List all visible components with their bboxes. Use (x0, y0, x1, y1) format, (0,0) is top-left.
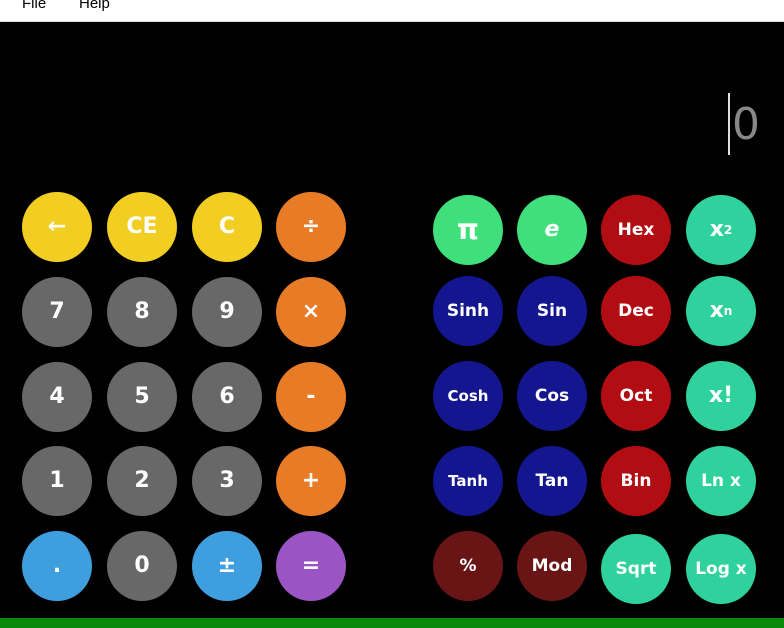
menu-bar: File Help (0, 0, 784, 22)
minus-button[interactable]: - (276, 362, 346, 432)
clear-entry-button[interactable]: CE (107, 192, 177, 262)
digit-9-button[interactable]: 9 (192, 277, 262, 347)
bin-button[interactable]: Bin (601, 446, 671, 516)
backspace-icon: ← (47, 214, 67, 239)
ln-button[interactable]: Ln x (686, 446, 756, 516)
sqrt-button[interactable]: Sqrt (601, 534, 671, 604)
status-bar (0, 618, 784, 628)
square-base-label: x (709, 217, 724, 242)
plus-button[interactable]: + (276, 446, 346, 516)
oct-button[interactable]: Oct (601, 361, 671, 431)
hex-button[interactable]: Hex (601, 195, 671, 265)
factorial-button[interactable]: x! (686, 361, 756, 431)
dec-button[interactable]: Dec (601, 276, 671, 346)
multiply-button[interactable]: × (276, 277, 346, 347)
power-base-label: x (709, 298, 724, 323)
digit-5-button[interactable]: 5 (107, 362, 177, 432)
digit-4-button[interactable]: 4 (22, 362, 92, 432)
backspace-button[interactable]: ← (22, 192, 92, 262)
divide-button[interactable]: ÷ (276, 192, 346, 262)
tan-button[interactable]: Tan (517, 446, 587, 516)
mod-button[interactable]: Mod (517, 531, 587, 601)
cos-button[interactable]: Cos (517, 361, 587, 431)
display-value: 0 (732, 98, 760, 150)
log-button[interactable]: Log x (686, 534, 756, 604)
digit-8-button[interactable]: 8 (107, 277, 177, 347)
equals-button[interactable]: = (276, 531, 346, 601)
clear-button[interactable]: C (192, 192, 262, 262)
power-button[interactable]: xn (686, 276, 756, 346)
digit-3-button[interactable]: 3 (192, 446, 262, 516)
sinh-button[interactable]: Sinh (433, 276, 503, 346)
digit-6-button[interactable]: 6 (192, 362, 262, 432)
euler-button[interactable]: e (517, 195, 587, 265)
tanh-button[interactable]: Tanh (433, 446, 503, 516)
digit-7-button[interactable]: 7 (22, 277, 92, 347)
digit-2-button[interactable]: 2 (107, 446, 177, 516)
display: 0 (728, 92, 760, 156)
percent-button[interactable]: % (433, 531, 503, 601)
cosh-button[interactable]: Cosh (433, 361, 503, 431)
pi-button[interactable]: π (433, 195, 503, 265)
digit-0-button[interactable]: 0 (107, 531, 177, 601)
digit-1-button[interactable]: 1 (22, 446, 92, 516)
square-button[interactable]: x2 (686, 195, 756, 265)
decimal-point-button[interactable]: . (22, 531, 92, 601)
menu-file[interactable]: File (22, 0, 46, 12)
text-caret (728, 93, 730, 155)
menu-help[interactable]: Help (79, 0, 110, 12)
plus-minus-button[interactable]: ± (192, 531, 262, 601)
sin-button[interactable]: Sin (517, 276, 587, 346)
